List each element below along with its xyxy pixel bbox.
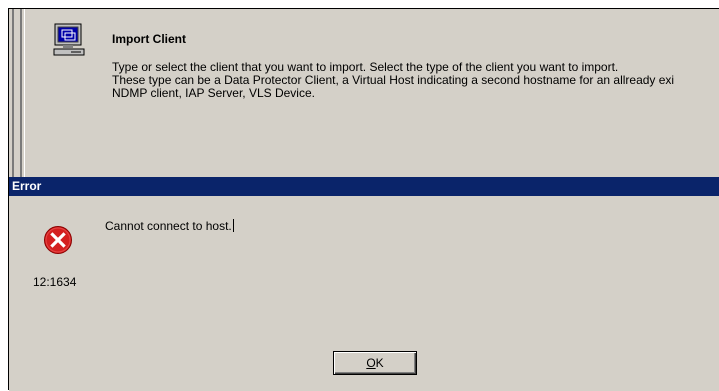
error-dialog-body: 12:1634 Cannot connect to host. OK bbox=[9, 196, 719, 391]
background-window-edge bbox=[20, 9, 22, 179]
ok-button-mnemonic: O bbox=[366, 356, 376, 370]
wizard-description-line: NDMP client, IAP Server, VLS Device. bbox=[112, 86, 315, 100]
wizard-description: Type or select the client that you want … bbox=[112, 61, 674, 100]
error-icon bbox=[43, 225, 73, 255]
import-client-wizard-header: Import Client Type or select the client … bbox=[26, 9, 719, 172]
text-caret bbox=[232, 219, 234, 232]
error-message[interactable]: Cannot connect to host. bbox=[105, 219, 234, 233]
error-dialog-titlebar[interactable]: Error bbox=[9, 177, 719, 196]
window-frame: Import Client Type or select the client … bbox=[8, 8, 719, 391]
error-message-text: Cannot connect to host. bbox=[105, 219, 232, 233]
error-dialog-title: Error bbox=[12, 179, 42, 193]
background-window-edge bbox=[12, 9, 14, 179]
error-code: 12:1634 bbox=[33, 275, 77, 289]
ok-button[interactable]: OK bbox=[333, 351, 417, 375]
ok-button-label: K bbox=[375, 356, 384, 370]
computer-icon bbox=[53, 23, 85, 57]
wizard-title: Import Client bbox=[112, 32, 186, 46]
background-window-edge-highlight bbox=[24, 9, 25, 179]
